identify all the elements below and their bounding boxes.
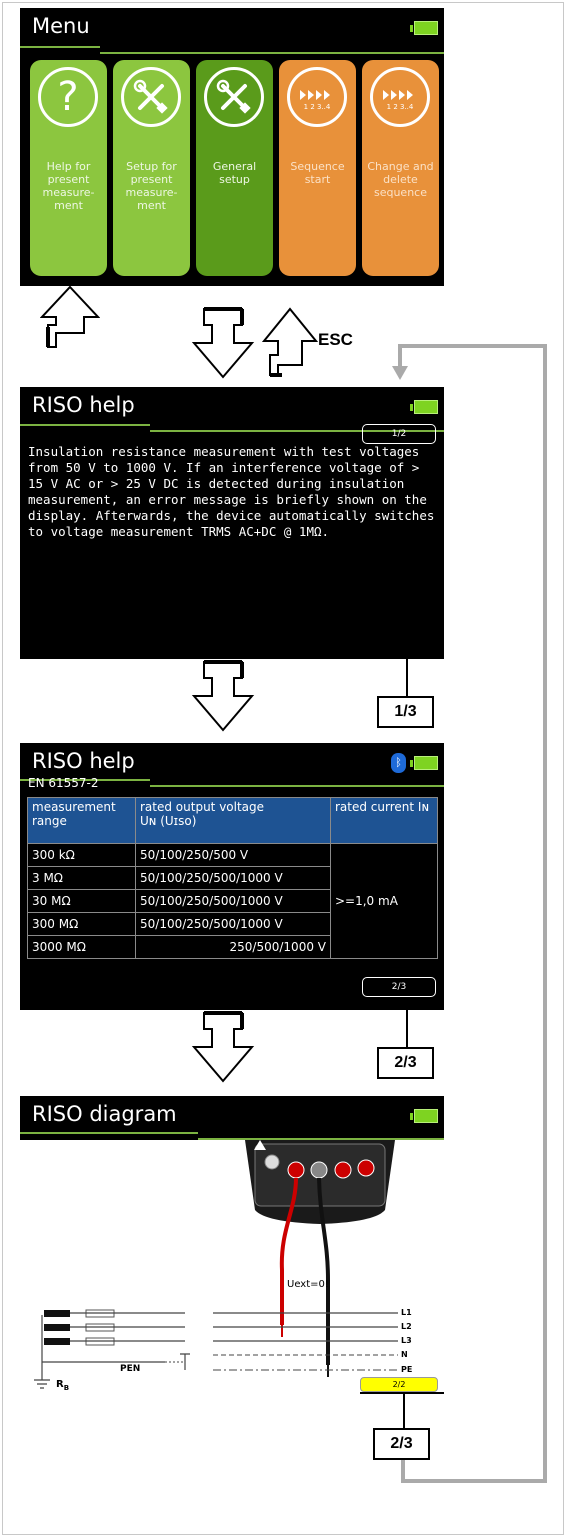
tile-label: General setup [212,160,257,186]
wiring-diagram [34,1140,444,1394]
hollow-down-arrow-icon [191,1011,255,1083]
menu-screen: Menu ? Help for present measure-ment Set… [20,8,444,286]
battery-icon [410,21,438,35]
title-underline-right [150,785,444,787]
screen-title: Menu [32,14,90,38]
header-rated-output-voltage: rated output voltage Uɴ (Uɪsᴏ) [135,797,331,844]
header-measurement-range: measurement range [27,797,136,844]
tools-icon [204,67,264,127]
bluetooth-icon: ᛒ [391,753,406,773]
callout-line [406,1010,408,1050]
battery-icon [410,756,438,770]
line-label-l2: L2 [401,1322,412,1331]
line-label-l3: L3 [401,1336,412,1345]
hollow-down-arrow-icon [191,660,255,732]
tile-sequence-start[interactable]: 1 2 3..4 Sequence start [279,60,356,276]
table-header-row: measurement range rated output voltage Uɴ… [27,797,438,844]
screen-title: RISO help [32,749,135,773]
tile-change-and-delete-sequence[interactable]: 1 2 3..4 Change and delete sequence [362,60,439,276]
question-mark-icon: ? [38,67,98,127]
help-text: Insulation resistance measurement with t… [28,444,435,539]
hollow-up-arrow-icon [262,307,318,377]
hollow-up-arrow-icon [40,285,100,348]
callout-line [403,1394,405,1430]
uext-label: Uext=0! [287,1279,329,1290]
hollow-down-arrow-icon [191,307,255,379]
screen-title: RISO help [32,393,135,417]
page-box: 1/3 [377,696,434,728]
tile-label: Help for present measure-ment [42,160,95,212]
title-underline-right [100,52,444,54]
page-indicator[interactable]: 1/2 [362,424,436,444]
standard-label: EN 61557-2 [28,776,99,790]
sequence-icon: 1 2 3..4 [287,67,347,127]
screen-title: RISO diagram [32,1102,177,1126]
battery-icon [410,1109,438,1123]
riso-help-screen-1: RISO help Insulation resistance measurem… [20,387,444,659]
tile-help-for-present-measurement[interactable]: ? Help for present measure-ment [30,60,107,276]
page-box: 2/3 [373,1428,430,1460]
battery-icon [410,400,438,414]
riso-diagram-screen: RISO diagram Uext=0! L1 L2 L3 N PE PEN R… [20,1096,444,1394]
table-row: 300 kΩ 50/100/250/500 V >=1,0 mA [27,843,438,959]
callout-line [406,659,408,699]
tile-general-setup[interactable]: General setup [196,60,273,276]
title-underline [20,46,100,48]
header-rated-current: rated current Iɴ [330,797,438,844]
title-underline [20,1132,198,1134]
riso-help-screen-2: RISO help ᛒ EN 61557-2 measurement range… [20,743,444,1010]
page-indicator[interactable]: 2/3 [362,977,436,997]
ratings-table: measurement range rated output voltage Uɴ… [27,797,438,959]
tile-label: Sequence start [290,160,345,186]
line-label-pe: PE [401,1365,413,1374]
tile-setup-for-present-measurement[interactable]: Setup for present measure-ment [113,60,190,276]
rated-current-value: >=1,0 mA [330,843,438,959]
rb-label: RB [56,1379,70,1392]
line-label-l1: L1 [401,1308,412,1317]
sequence-icon: 1 2 3..4 [370,67,430,127]
esc-label: ESC [318,330,353,349]
pen-label: PEN [120,1364,141,1374]
tile-label: Setup for present measure-ment [125,160,178,212]
page-indicator[interactable]: 2/2 [360,1377,438,1392]
page-box: 2/3 [377,1047,434,1079]
title-underline [20,424,150,426]
tile-label: Change and delete sequence [367,160,434,199]
tools-icon [121,67,181,127]
line-label-n: N [401,1350,408,1359]
